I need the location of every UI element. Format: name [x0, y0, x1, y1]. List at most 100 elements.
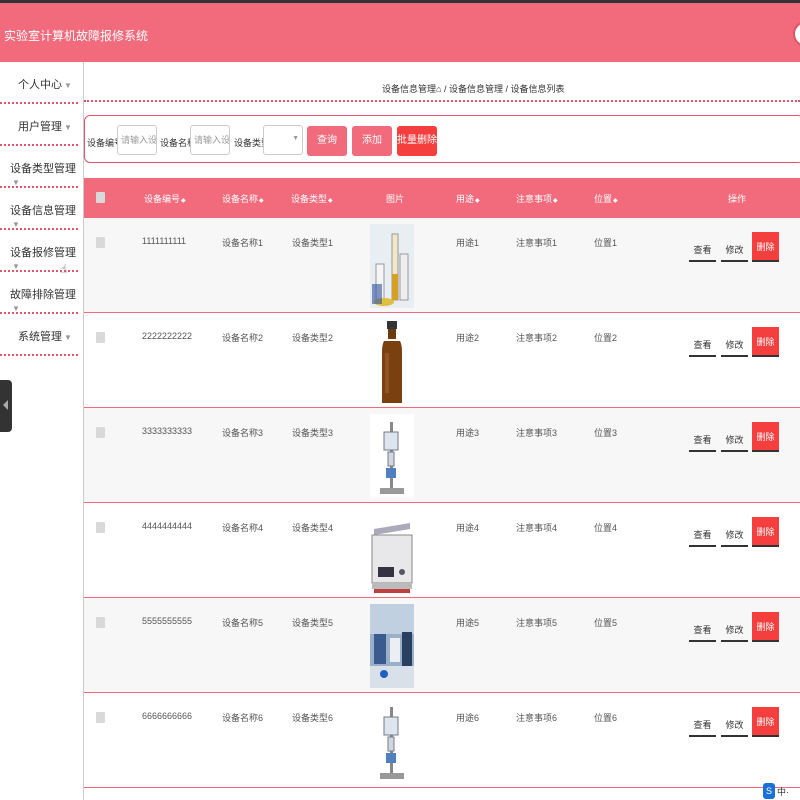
device-image[interactable] — [370, 319, 414, 403]
sidebar-item-system-management[interactable]: 系统管理 ▼ — [0, 314, 78, 356]
cell-use: 用途4 — [456, 523, 480, 533]
cell-device-code: 2222222222 — [142, 331, 193, 341]
cell-use: 用途2 — [456, 333, 480, 343]
table-row: 1111111111 设备名称1 设备类型1 用途1 注意事项1 位置1 查看 … — [84, 218, 800, 313]
cell-device-type: 设备类型3 — [292, 428, 334, 438]
app-root: 实验室计算机故障报修系统 ☺ 个人中心▼ 用户管理▼ 设备类型管理▼ 设备信息管… — [0, 0, 800, 800]
cell-device-type: 设备类型2 — [292, 333, 334, 343]
sort-icon: ◆ — [613, 198, 618, 204]
device-image[interactable] — [370, 509, 414, 593]
cell-device-code: 3333333333 — [142, 426, 193, 436]
table-row: 6666666666 设备名称6 设备类型6 用途6 注意事项6 位置6 查看 … — [84, 693, 800, 788]
col-actions: 操作 — [728, 194, 747, 204]
table-row: 3333333333 设备名称3 设备类型3 用途3 注意事项3 位置3 查看 … — [84, 408, 800, 503]
row-checkbox[interactable] — [96, 712, 105, 723]
input-method-icon: S — [763, 783, 775, 799]
view-button[interactable]: 查看 — [689, 713, 716, 737]
cell-device-code: 1111111111 — [142, 236, 187, 246]
cell-device-name: 设备名称2 — [222, 333, 264, 343]
home-icon[interactable]: ⌂ — [436, 84, 441, 94]
col-device-code[interactable]: 设备编号◆ — [144, 192, 186, 205]
batch-delete-button[interactable]: 批量删除 — [397, 126, 437, 156]
delete-button[interactable]: 删除 — [752, 327, 779, 357]
cell-use: 用途3 — [456, 428, 480, 438]
device-name-input[interactable]: 请输入设备 — [190, 125, 230, 155]
device-type-select[interactable]: ▼ — [263, 125, 303, 155]
sort-icon: ◆ — [328, 198, 333, 204]
cell-device-name: 设备名称4 — [222, 523, 264, 533]
delete-button[interactable]: 删除 — [752, 232, 779, 262]
delete-button[interactable]: 删除 — [752, 517, 779, 547]
device-image[interactable] — [370, 414, 414, 498]
cell-notes: 注意事项2 — [516, 333, 558, 343]
sidebar-item-user-management[interactable]: 用户管理 ▼ — [0, 104, 78, 146]
chevron-down-icon: ▼ — [12, 304, 20, 313]
view-button[interactable]: 查看 — [689, 523, 716, 547]
edit-button[interactable]: 修改 — [721, 238, 748, 262]
device-image[interactable] — [370, 604, 414, 688]
edit-button[interactable]: 修改 — [721, 333, 748, 357]
chevron-down-icon: ▼ — [64, 333, 72, 342]
sidebar-item-fault-removal-management[interactable]: 故障排除管理▼ — [0, 272, 78, 314]
view-button[interactable]: 查看 — [689, 333, 716, 357]
delete-button[interactable]: 删除 — [752, 422, 779, 452]
col-image: 图片 — [386, 194, 405, 204]
col-use[interactable]: 用途◆ — [456, 192, 480, 205]
top-bar: 实验室计算机故障报修系统 ☺ — [0, 0, 800, 62]
table-row: 5555555555 设备名称5 设备类型5 用途5 注意事项5 位置5 查看 … — [84, 598, 800, 693]
select-all-checkbox[interactable] — [96, 192, 105, 203]
cell-use: 用途5 — [456, 618, 480, 628]
edit-button[interactable]: 修改 — [721, 713, 748, 737]
edit-button[interactable]: 修改 — [721, 618, 748, 642]
cell-device-type: 设备类型6 — [292, 713, 334, 723]
cell-notes: 注意事项5 — [516, 618, 558, 628]
view-button[interactable]: 查看 — [689, 618, 716, 642]
cell-device-code: 6666666666 — [142, 711, 193, 721]
query-button[interactable]: 查询 — [307, 126, 347, 156]
breadcrumb-section: 设备信息管理 — [382, 84, 437, 94]
sort-icon: ◆ — [259, 198, 264, 204]
app-title: 实验室计算机故障报修系统 — [4, 29, 149, 43]
cell-notes: 注意事项3 — [516, 428, 558, 438]
add-button[interactable]: 添加 — [352, 126, 392, 156]
input-method-text: 中· — [777, 787, 789, 797]
chevron-down-icon: ▼ — [12, 262, 20, 271]
cell-device-type: 设备类型1 — [292, 238, 334, 248]
mouse-cursor-icon: ☝ — [60, 262, 68, 276]
device-code-input[interactable]: 请输入设备 — [117, 125, 157, 155]
sidebar-collapse-toggle[interactable] — [0, 380, 12, 432]
cell-notes: 注意事项6 — [516, 713, 558, 723]
view-button[interactable]: 查看 — [689, 428, 716, 452]
cell-location: 位置6 — [594, 713, 618, 723]
cell-device-name: 设备名称3 — [222, 428, 264, 438]
cell-device-code: 4444444444 — [142, 521, 193, 531]
row-checkbox[interactable] — [96, 617, 105, 628]
row-checkbox[interactable] — [96, 427, 105, 438]
cell-location: 位置2 — [594, 333, 618, 343]
cell-location: 位置4 — [594, 523, 618, 533]
edit-button[interactable]: 修改 — [721, 523, 748, 547]
sidebar: 个人中心 ▼ 用户管理 ▼ 设备类型管理▼ 设备信息管理▼ 设备报修管理▼ 故障排除… — [0, 62, 78, 800]
col-notes[interactable]: 注意事项◆ — [516, 192, 558, 205]
device-image[interactable] — [370, 224, 414, 308]
input-method-badge[interactable]: S 中· — [760, 782, 800, 800]
col-device-name[interactable]: 设备名称◆ — [222, 192, 264, 205]
sidebar-item-device-type-management[interactable]: 设备类型管理▼ — [0, 146, 78, 188]
row-checkbox[interactable] — [96, 332, 105, 343]
row-checkbox[interactable] — [96, 522, 105, 533]
sidebar-item-device-info-management[interactable]: 设备信息管理▼ — [0, 188, 78, 230]
cell-location: 位置1 — [594, 238, 618, 248]
delete-button[interactable]: 删除 — [752, 707, 779, 737]
device-image[interactable] — [370, 699, 414, 783]
cell-notes: 注意事项1 — [516, 238, 558, 248]
user-avatar-button[interactable]: ☺ — [793, 21, 800, 47]
cell-device-name: 设备名称6 — [222, 713, 264, 723]
chevron-down-icon: ▼ — [12, 178, 20, 187]
col-device-type[interactable]: 设备类型◆ — [291, 192, 333, 205]
sidebar-item-personal-center[interactable]: 个人中心 ▼ — [0, 62, 78, 104]
view-button[interactable]: 查看 — [689, 238, 716, 262]
col-location[interactable]: 位置◆ — [594, 192, 618, 205]
row-checkbox[interactable] — [96, 237, 105, 248]
delete-button[interactable]: 删除 — [752, 612, 779, 642]
edit-button[interactable]: 修改 — [721, 428, 748, 452]
